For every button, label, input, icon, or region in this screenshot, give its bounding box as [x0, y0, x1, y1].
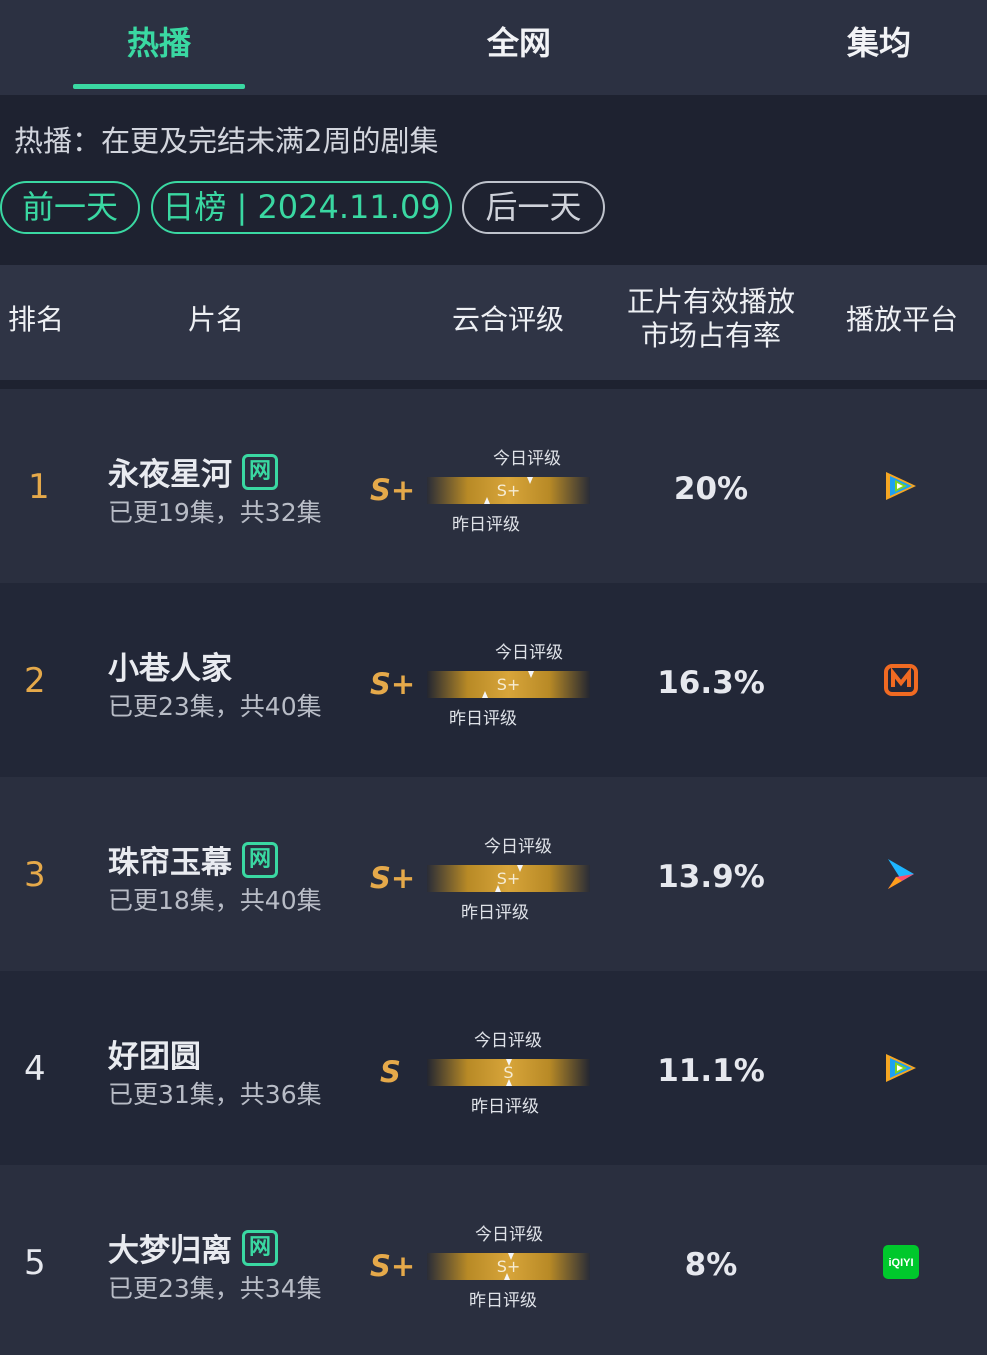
top-tabs: 热播 全网 集均	[0, 0, 987, 95]
yesterday-rating-label: 昨日评级	[471, 1097, 539, 1117]
episode-progress: 已更23集，共40集	[108, 692, 322, 721]
next-day-button[interactable]: 后一天	[462, 181, 605, 234]
header-rank: 排名	[8, 303, 65, 336]
rating-grade: S+	[370, 667, 416, 701]
drama-title[interactable]: 永夜星河	[108, 449, 232, 494]
tab-all-network[interactable]: 全网	[468, 18, 570, 64]
market-share: 16.3%	[657, 665, 765, 701]
rank-number: 4	[24, 1049, 46, 1089]
web-drama-badge: 网	[242, 1229, 278, 1266]
market-share: 20%	[673, 471, 749, 507]
today-rating-label: 今日评级	[493, 449, 561, 469]
yesterday-marker-icon	[484, 497, 490, 504]
rank-number: 5	[24, 1243, 46, 1283]
market-share: 13.9%	[657, 859, 765, 895]
yesterday-marker-icon	[504, 1273, 510, 1280]
rating-grade: S+	[370, 861, 416, 895]
rank-number: 1	[28, 467, 50, 507]
table-row[interactable]: 3 珠帘玉幕 网 已更18集，共40集 S+ 今日评级 S+ 昨日评级 13.9…	[0, 777, 987, 971]
tencent-video-icon[interactable]	[882, 467, 920, 505]
drama-title[interactable]: 珠帘玉幕	[108, 837, 232, 882]
web-drama-badge: 网	[242, 841, 278, 878]
iqiyi-icon[interactable]: iQIYI	[882, 1243, 920, 1281]
tab-hot[interactable]: 热播	[108, 18, 210, 64]
today-rating-label: 今日评级	[495, 643, 563, 663]
today-rating-label: 今日评级	[475, 1225, 543, 1245]
youku-icon[interactable]	[882, 855, 920, 893]
date-selector-button[interactable]: 日榜 | 2024.11.09	[151, 181, 452, 234]
header-share-line1: 正片有效播放	[626, 285, 795, 318]
prev-day-button[interactable]: 前一天	[0, 181, 140, 234]
table-row[interactable]: 2 小巷人家 已更23集，共40集 S+ 今日评级 S+ 昨日评级 16.3%	[0, 583, 987, 777]
mango-tv-icon[interactable]	[882, 661, 920, 699]
yesterday-rating-label: 昨日评级	[452, 515, 520, 535]
market-share: 8%	[684, 1247, 738, 1283]
yesterday-rating-label: 昨日评级	[461, 903, 529, 923]
yesterday-marker-icon	[482, 691, 488, 698]
rating-grade: S	[380, 1055, 401, 1089]
yesterday-rating-label: 昨日评级	[469, 1291, 537, 1311]
drama-title[interactable]: 好团圆	[108, 1031, 201, 1076]
market-share: 11.1%	[657, 1053, 765, 1089]
table-header: 排名 片名 云合评级 正片有效播放 市场占有率 播放平台	[0, 265, 987, 380]
active-tab-indicator	[73, 84, 245, 89]
yesterday-rating-label: 昨日评级	[449, 709, 517, 729]
table-row[interactable]: 4 好团圆 已更31集，共36集 S 今日评级 S 昨日评级 11.1%	[0, 971, 987, 1165]
rating-bar: S+	[427, 477, 590, 504]
rating-grade: S+	[370, 473, 416, 507]
episode-progress: 已更31集，共36集	[108, 1080, 322, 1109]
rating-bar: S+	[427, 865, 590, 892]
header-title: 片名	[188, 303, 245, 336]
rank-number: 3	[24, 855, 46, 895]
episode-progress: 已更18集，共40集	[108, 886, 322, 915]
tab-episode-average[interactable]: 集均	[828, 18, 930, 64]
rating-bar: S+	[427, 671, 590, 698]
yesterday-marker-icon	[506, 1079, 512, 1086]
rating-bar-grade: S+	[496, 481, 521, 500]
yesterday-marker-icon	[495, 885, 501, 892]
today-rating-label: 今日评级	[474, 1031, 542, 1051]
episode-progress: 已更23集，共34集	[108, 1274, 322, 1303]
header-share-line2: 市场占有率	[640, 319, 781, 352]
rating-bar: S	[427, 1059, 590, 1086]
drama-title[interactable]: 大梦归离	[108, 1225, 232, 1270]
table-row[interactable]: 1 永夜星河 网 已更19集，共32集 S+ 今日评级 S+ 昨日评级 20%	[0, 389, 987, 583]
rating-grade: S+	[370, 1249, 416, 1283]
web-drama-badge: 网	[242, 453, 278, 490]
drama-title[interactable]: 小巷人家	[108, 643, 232, 688]
header-rating: 云合评级	[452, 303, 565, 336]
episode-progress: 已更19集，共32集	[108, 498, 322, 527]
rating-bar-grade: S+	[496, 869, 521, 888]
today-rating-label: 今日评级	[484, 837, 552, 857]
rank-number: 2	[24, 661, 46, 701]
iqiyi-logo-text: iQIYI	[888, 1257, 913, 1269]
header-platform: 播放平台	[846, 303, 959, 336]
rating-bar: S+	[427, 1253, 590, 1280]
rating-bar-grade: S+	[496, 675, 521, 694]
tencent-video-icon[interactable]	[882, 1049, 920, 1087]
section-description: 热播：在更及完结未满2周的剧集	[14, 124, 439, 158]
table-row[interactable]: 5 大梦归离 网 已更23集，共34集 S+ 今日评级 S+ 昨日评级 8% i…	[0, 1165, 987, 1355]
